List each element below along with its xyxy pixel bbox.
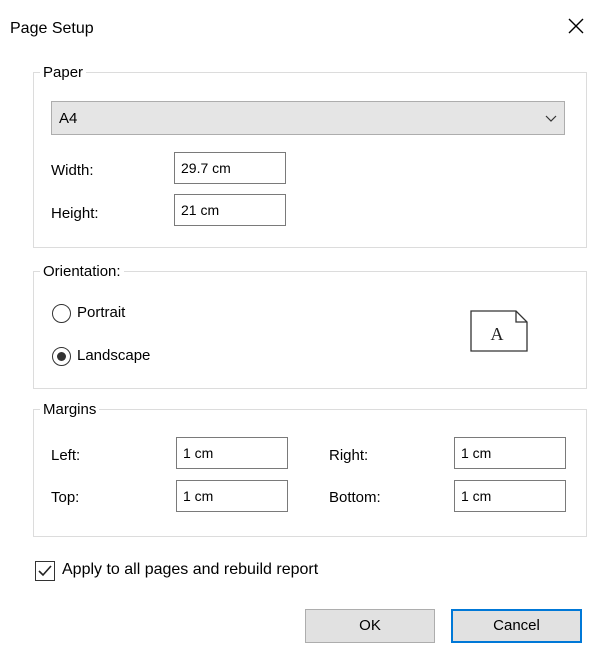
bottom-margin-input[interactable]: 1 cm (454, 480, 566, 512)
paper-legend: Paper (43, 64, 84, 81)
top-margin-input[interactable]: 1 cm (176, 480, 288, 512)
landscape-radio[interactable] (52, 347, 71, 366)
apply-all-checkbox[interactable] (35, 561, 55, 581)
margins-group: Margins (33, 401, 587, 537)
landscape-page-icon: A (470, 310, 528, 356)
width-input[interactable]: 29.7 cm (174, 152, 286, 184)
height-input[interactable]: 21 cm (174, 194, 286, 226)
right-margin-label: Right: (329, 447, 369, 464)
right-margin-input[interactable]: 1 cm (454, 437, 566, 469)
portrait-label[interactable]: Portrait (77, 304, 125, 321)
left-margin-input[interactable]: 1 cm (176, 437, 288, 469)
orientation-legend: Orientation: (43, 263, 121, 280)
page-preview-letter: A (491, 324, 504, 344)
paper-group: Paper (33, 64, 587, 248)
height-label: Height: (51, 205, 99, 222)
width-label: Width: (51, 162, 94, 179)
radio-selected-dot (57, 352, 66, 361)
close-icon[interactable] (564, 14, 588, 38)
left-margin-label: Left: (51, 447, 81, 464)
apply-all-label[interactable]: Apply to all pages and rebuild report (62, 561, 318, 579)
paper-size-value: A4 (59, 110, 78, 127)
checkmark-icon (38, 565, 52, 577)
dialog-title: Page Setup (10, 20, 94, 37)
ok-button[interactable]: OK (305, 609, 435, 643)
landscape-label[interactable]: Landscape (77, 347, 150, 364)
cancel-button[interactable]: Cancel (451, 609, 582, 643)
chevron-down-icon (544, 111, 558, 129)
margins-legend: Margins (43, 401, 97, 418)
bottom-margin-label: Bottom: (329, 489, 381, 506)
paper-size-select[interactable]: A4 (51, 101, 565, 135)
top-margin-label: Top: (51, 489, 80, 506)
portrait-radio[interactable] (52, 304, 71, 323)
